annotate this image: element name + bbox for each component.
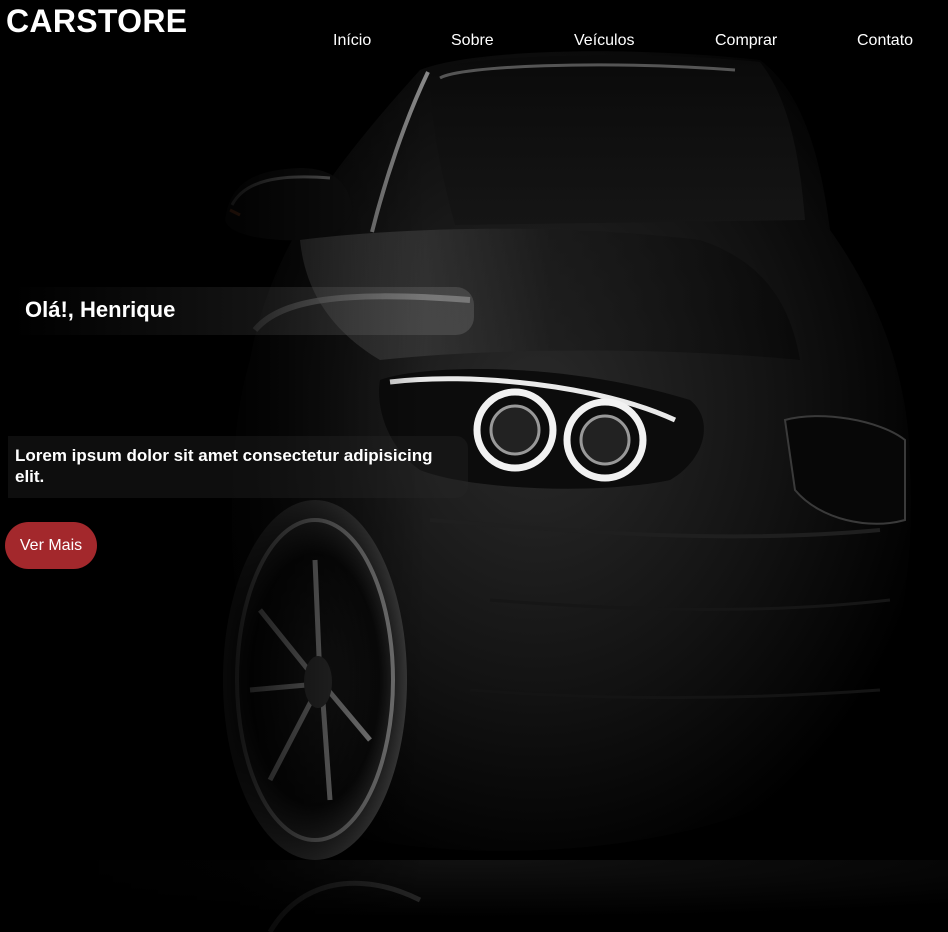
- nav-link-veiculos[interactable]: Veículos: [574, 31, 634, 51]
- nav-link-contato[interactable]: Contato: [857, 31, 913, 51]
- nav-link-sobre[interactable]: Sobre: [451, 31, 494, 51]
- intro-text: Lorem ipsum dolor sit amet consectetur a…: [15, 446, 433, 486]
- main-nav: Início Sobre Veículos Comprar Contato: [292, 31, 948, 53]
- nav-link-comprar[interactable]: Comprar: [715, 31, 777, 51]
- nav-link-inicio[interactable]: Início: [333, 31, 371, 51]
- site-logo[interactable]: CARSTORE: [6, 2, 187, 40]
- ver-mais-button[interactable]: Ver Mais: [5, 522, 97, 569]
- intro-panel: Lorem ipsum dolor sit amet consectetur a…: [8, 436, 468, 498]
- greeting-banner: Olá!, Henrique: [12, 287, 474, 335]
- landing-page: CARSTORE Início Sobre Veículos Comprar C…: [0, 0, 948, 932]
- greeting-text: Olá!, Henrique: [25, 297, 176, 322]
